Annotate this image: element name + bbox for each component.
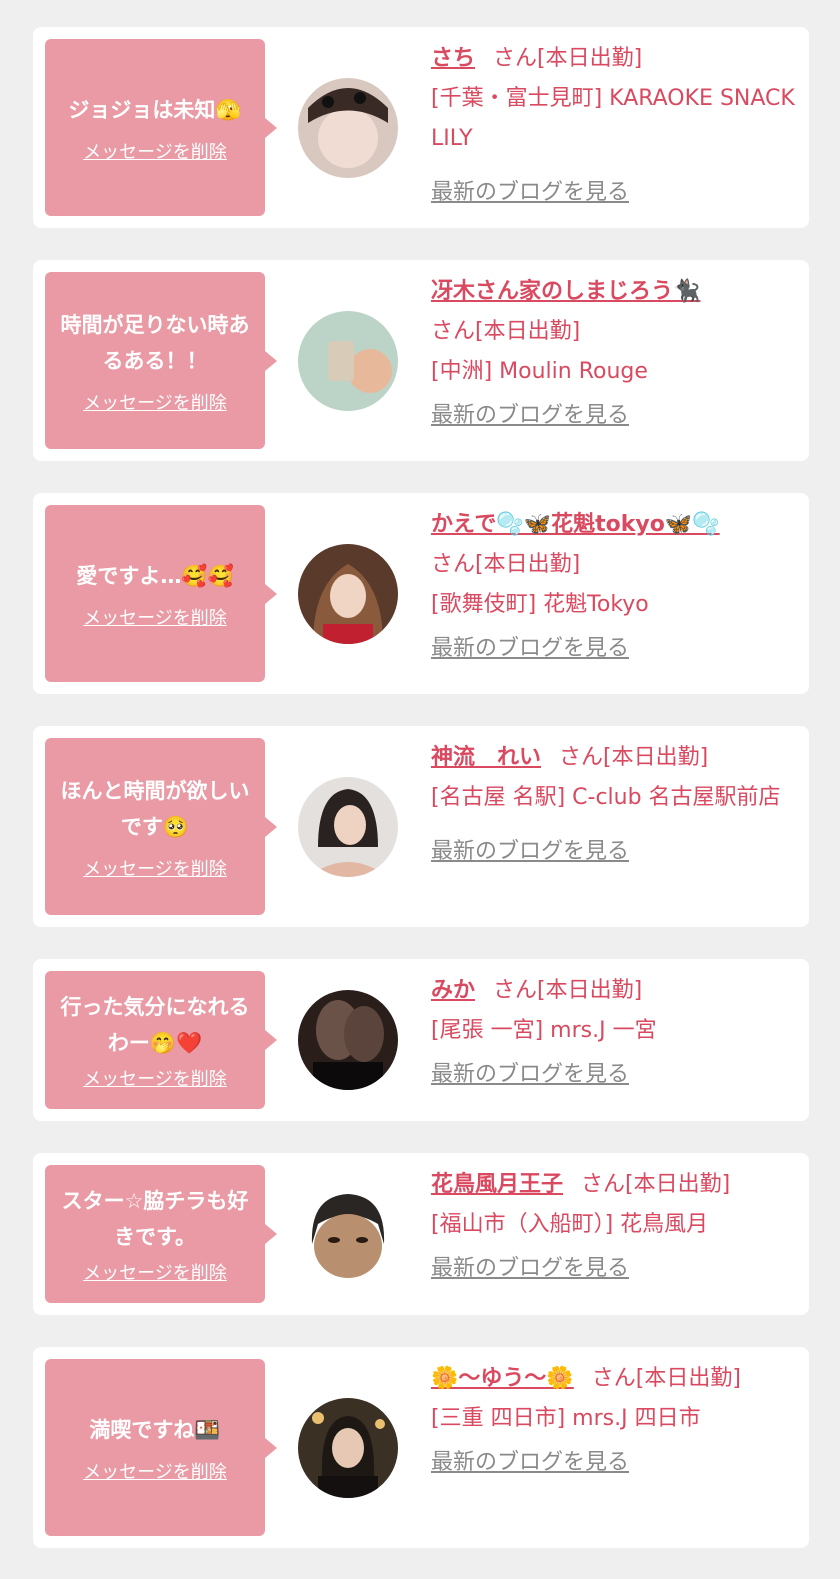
cast-name-link[interactable]: 冴木さん家のしまじろう🐈‍⬛ [431,279,700,304]
delete-message-link[interactable]: メッセージを削除 [83,389,227,415]
cast-info: かえで🫧🦋花魁tokyo🦋🫧 さん[本日出勤] [歌舞伎町] 花魁Tokyo 最… [431,505,795,669]
cast-status: さん[本日出勤] [431,319,581,344]
cast-name-link[interactable]: さち [431,46,475,71]
cast-status: さん[本日出勤] [431,552,581,577]
latest-blog-link[interactable]: 最新のブログを見る [431,1443,629,1483]
message-bubble: ほんと時間が欲しいです🥺 メッセージを削除 [45,738,277,915]
message-text: スター☆脇チラも好きです。 [61,1189,249,1249]
delete-message-link[interactable]: メッセージを削除 [83,855,227,881]
cast-info: さち さん[本日出勤] [千葉・富士見町] KARAOKE SNACK LILY … [431,39,795,213]
list-item: 時間が足りない時あるある！！ メッセージを削除 冴木さん家のしまじろう🐈‍⬛ さ… [33,260,809,461]
message-bubble: ジョジョは未知🫣 メッセージを削除 [45,39,277,216]
message-bubble: スター☆脇チラも好きです。 メッセージを削除 [45,1165,277,1303]
message-bubble: 時間が足りない時あるある！！ メッセージを削除 [45,272,277,449]
message-text: 行った気分になれるわー🤭❤️ [60,995,250,1055]
list-item: 満喫ですね🍱 メッセージを削除 🌼〜ゆう〜🌼 さん[本日出勤] [三重 四日市] … [33,1347,809,1548]
avatar[interactable] [298,990,398,1090]
shop-info: [名古屋 名駅] C-club 名古屋駅前店 [431,785,781,810]
list-item: ほんと時間が欲しいです🥺 メッセージを削除 神流 れい さん[本日出勤] [名古屋… [33,726,809,927]
cast-name-link[interactable]: みか [431,978,475,1003]
latest-blog-link[interactable]: 最新のブログを見る [431,832,629,872]
list-item: 愛ですよ…🥰🥰 メッセージを削除 かえで🫧🦋花魁tokyo🦋🫧 さん[本日出勤]… [33,493,809,694]
cast-info: 冴木さん家のしまじろう🐈‍⬛ さん[本日出勤] [中洲] Moulin Roug… [431,272,795,436]
message-bubble: 行った気分になれるわー🤭❤️ メッセージを削除 [45,971,277,1109]
avatar[interactable] [298,310,398,411]
message-bubble: 満喫ですね🍱 メッセージを削除 [45,1359,277,1536]
shop-info: [三重 四日市] mrs.J 四日市 [431,1406,701,1431]
cast-status: さん[本日出勤] [493,46,643,71]
favorites-list: ジョジョは未知🫣 メッセージを削除 さち さん[本日出勤] [千葉・富士見町] K… [0,0,840,1579]
cast-info: 🌼〜ゆう〜🌼 さん[本日出勤] [三重 四日市] mrs.J 四日市 最新のブログ… [431,1359,795,1483]
cast-status: さん[本日出勤] [493,978,643,1003]
cast-info: 花鳥風月王子 さん[本日出勤] [福山市（入船町）] 花鳥風月 最新のブログを見る [431,1165,795,1289]
message-bubble: 愛ですよ…🥰🥰 メッセージを削除 [45,505,277,682]
avatar[interactable] [298,776,398,877]
cast-name-link[interactable]: 神流 れい [431,745,541,770]
shop-info: [福山市（入船町）] 花鳥風月 [431,1212,709,1237]
latest-blog-link[interactable]: 最新のブログを見る [431,629,629,669]
cast-info: みか さん[本日出勤] [尾張 一宮] mrs.J 一宮 最新のブログを見る [431,971,795,1095]
cast-name-link[interactable]: 花鳥風月王子 [431,1172,563,1197]
avatar[interactable] [298,1184,398,1284]
delete-message-link[interactable]: メッセージを削除 [83,1259,227,1285]
cast-info: 神流 れい さん[本日出勤] [名古屋 名駅] C-club 名古屋駅前店 最新の… [431,738,795,872]
shop-info: [尾張 一宮] mrs.J 一宮 [431,1018,657,1043]
message-text: 満喫ですね🍱 [89,1417,221,1442]
delete-message-link[interactable]: メッセージを削除 [83,138,227,164]
message-text: 時間が足りない時あるある！！ [60,312,250,373]
latest-blog-link[interactable]: 最新のブログを見る [431,396,629,436]
cast-name-link[interactable]: 🌼〜ゆう〜🌼 [431,1366,574,1391]
delete-message-link[interactable]: メッセージを削除 [83,1065,227,1091]
cast-status: さん[本日出勤] [581,1172,731,1197]
avatar[interactable] [298,77,398,178]
message-text: ジョジョは未知🫣 [68,97,242,122]
delete-message-link[interactable]: メッセージを削除 [83,604,227,630]
cast-status: さん[本日出勤] [591,1366,741,1391]
list-item: ジョジョは未知🫣 メッセージを削除 さち さん[本日出勤] [千葉・富士見町] K… [33,27,809,228]
latest-blog-link[interactable]: 最新のブログを見る [431,173,629,213]
delete-message-link[interactable]: メッセージを削除 [83,1458,227,1484]
latest-blog-link[interactable]: 最新のブログを見る [431,1055,629,1095]
avatar[interactable] [298,543,398,644]
cast-name-link[interactable]: かえで🫧🦋花魁tokyo🦋🫧 [431,512,720,537]
message-text: ほんと時間が欲しいです🥺 [60,778,250,839]
list-item: 行った気分になれるわー🤭❤️ メッセージを削除 みか さん[本日出勤] [尾張 一… [33,959,809,1121]
shop-info: [千葉・富士見町] KARAOKE SNACK LILY [431,86,795,151]
list-item: スター☆脇チラも好きです。 メッセージを削除 花鳥風月王子 さん[本日出勤] [福… [33,1153,809,1315]
cast-status: さん[本日出勤] [559,745,709,770]
shop-info: [中洲] Moulin Rouge [431,359,648,384]
message-text: 愛ですよ…🥰🥰 [76,563,234,588]
shop-info: [歌舞伎町] 花魁Tokyo [431,592,649,617]
latest-blog-link[interactable]: 最新のブログを見る [431,1249,629,1289]
avatar[interactable] [298,1397,398,1498]
